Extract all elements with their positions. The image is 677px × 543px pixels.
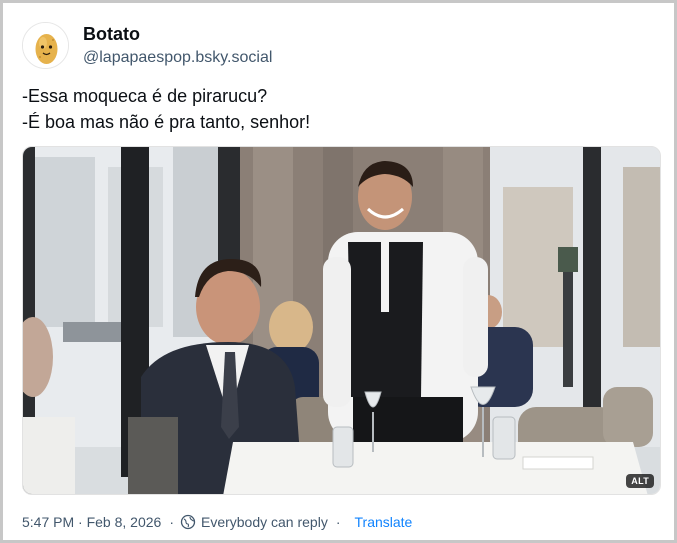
alt-badge[interactable]: ALT	[626, 474, 654, 488]
post-timestamp[interactable]: 5:47 PM · Feb 8, 2026	[22, 514, 161, 530]
post-text-line: -Essa moqueca é de pirarucu?	[22, 86, 268, 106]
author-handle[interactable]: @lapapaespop.bsky.social	[83, 49, 272, 67]
post-text: -Essa moqueca é de pirarucu? -É boa mas …	[22, 83, 662, 135]
post-image[interactable]: ALT	[22, 146, 661, 495]
reply-setting[interactable]: Everybody can reply	[201, 514, 328, 530]
footer-separator: ·	[169, 514, 174, 530]
translate-link[interactable]: Translate	[355, 514, 413, 530]
restaurant-photo	[23, 147, 660, 494]
footer-separator: ·	[335, 514, 341, 530]
post-footer: 5:47 PM · Feb 8, 2026 · Everybody can re…	[22, 512, 412, 532]
post-text-line: -É boa mas não é pra tanto, senhor!	[22, 112, 311, 132]
globe-icon	[180, 514, 196, 530]
post-card: Botato @lapapaespop.bsky.social -Essa mo…	[0, 0, 677, 543]
author-avatar[interactable]	[22, 22, 69, 69]
potato-avatar-icon	[23, 23, 68, 68]
author-display-name[interactable]: Botato	[83, 24, 140, 45]
